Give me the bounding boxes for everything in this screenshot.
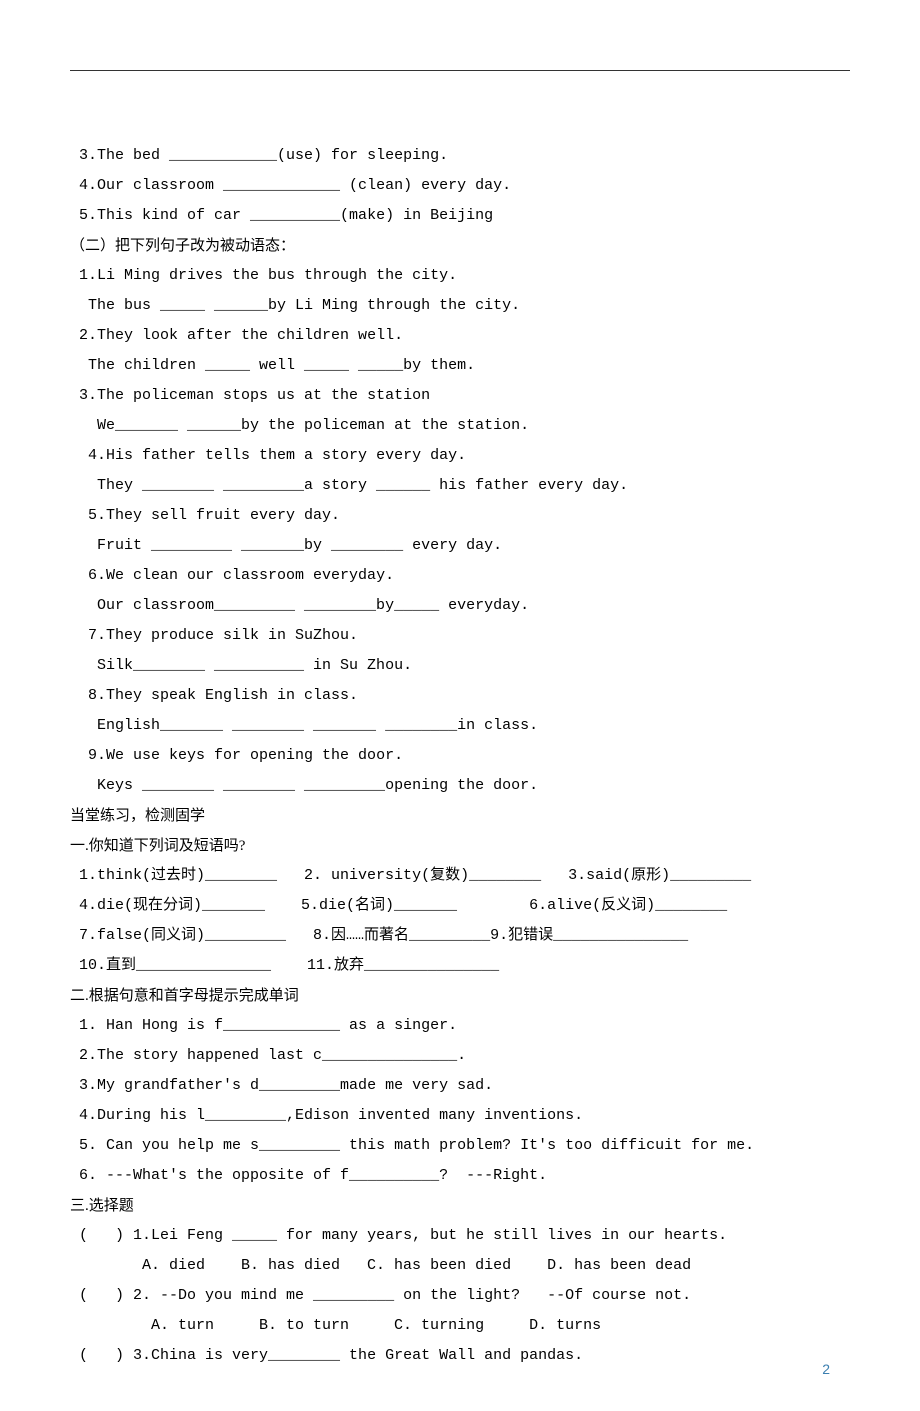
passive-q9a: 9.We use keys for opening the door. — [70, 741, 850, 771]
choice-q1-options: A. died B. has died C. has been died D. … — [70, 1251, 850, 1281]
passive-q1b: The bus _____ ______by Li Ming through t… — [70, 291, 850, 321]
choice-q3: ( ) 3.China is very________ the Great Wa… — [70, 1341, 850, 1371]
page-number: 2 — [822, 1355, 830, 1383]
section2-heading: （二）把下列句子改为被动语态： — [70, 231, 850, 261]
fill-q5: 5.This kind of car __________(make) in B… — [70, 201, 850, 231]
choice-q2-options: A. turn B. to turn C. turning D. turns — [70, 1311, 850, 1341]
passive-q9b: Keys ________ ________ _________opening … — [70, 771, 850, 801]
vocab-l3: 7.false(同义词)_________ 8.因……而著名_________9… — [70, 921, 850, 951]
passive-q3a: 3.The policeman stops us at the station — [70, 381, 850, 411]
vocab-l4: 10.直到_______________ 11.放弃______________… — [70, 951, 850, 981]
passive-q1a: 1.Li Ming drives the bus through the cit… — [70, 261, 850, 291]
passive-q5a: 5.They sell fruit every day. — [70, 501, 850, 531]
passive-q2a: 2.They look after the children well. — [70, 321, 850, 351]
passive-q8a: 8.They speak English in class. — [70, 681, 850, 711]
passive-q8b: English_______ ________ _______ ________… — [70, 711, 850, 741]
complete-q2: 2.The story happened last c_____________… — [70, 1041, 850, 1071]
passive-q2b: The children _____ well _____ _____by th… — [70, 351, 850, 381]
complete-heading: 二.根据句意和首字母提示完成单词 — [70, 981, 850, 1011]
complete-q4: 4.During his l_________,Edison invented … — [70, 1101, 850, 1131]
fill-q4: 4.Our classroom _____________ (clean) ev… — [70, 171, 850, 201]
passive-q6b: Our classroom_________ ________by_____ e… — [70, 591, 850, 621]
passive-q5b: Fruit _________ _______by ________ every… — [70, 531, 850, 561]
complete-q1: 1. Han Hong is f_____________ as a singe… — [70, 1011, 850, 1041]
horizontal-rule — [70, 70, 850, 71]
worksheet-page: 3.The bed ____________(use) for sleeping… — [0, 0, 920, 1411]
passive-q4a: 4.His father tells them a story every da… — [70, 441, 850, 471]
passive-q7a: 7.They produce silk in SuZhou. — [70, 621, 850, 651]
passive-q7b: Silk________ __________ in Su Zhou. — [70, 651, 850, 681]
fill-q3: 3.The bed ____________(use) for sleeping… — [70, 141, 850, 171]
section3-heading: 当堂练习，检测固学 — [70, 801, 850, 831]
complete-q3: 3.My grandfather's d_________made me ver… — [70, 1071, 850, 1101]
passive-q3b: We_______ ______by the policeman at the … — [70, 411, 850, 441]
complete-q5: 5. Can you help me s_________ this math … — [70, 1131, 850, 1161]
passive-q4b: They ________ _________a story ______ hi… — [70, 471, 850, 501]
complete-q6: 6. ---What's the opposite of f__________… — [70, 1161, 850, 1191]
choice-q1: ( ) 1.Lei Feng _____ for many years, but… — [70, 1221, 850, 1251]
choice-q2: ( ) 2. --Do you mind me _________ on the… — [70, 1281, 850, 1311]
passive-q6a: 6.We clean our classroom everyday. — [70, 561, 850, 591]
vocab-heading: 一.你知道下列词及短语吗? — [70, 831, 850, 861]
vocab-l1: 1.think(过去时)________ 2. university(复数)__… — [70, 861, 850, 891]
vocab-l2: 4.die(现在分词)_______ 5.die(名词)_______ 6.al… — [70, 891, 850, 921]
choice-heading: 三.选择题 — [70, 1191, 850, 1221]
